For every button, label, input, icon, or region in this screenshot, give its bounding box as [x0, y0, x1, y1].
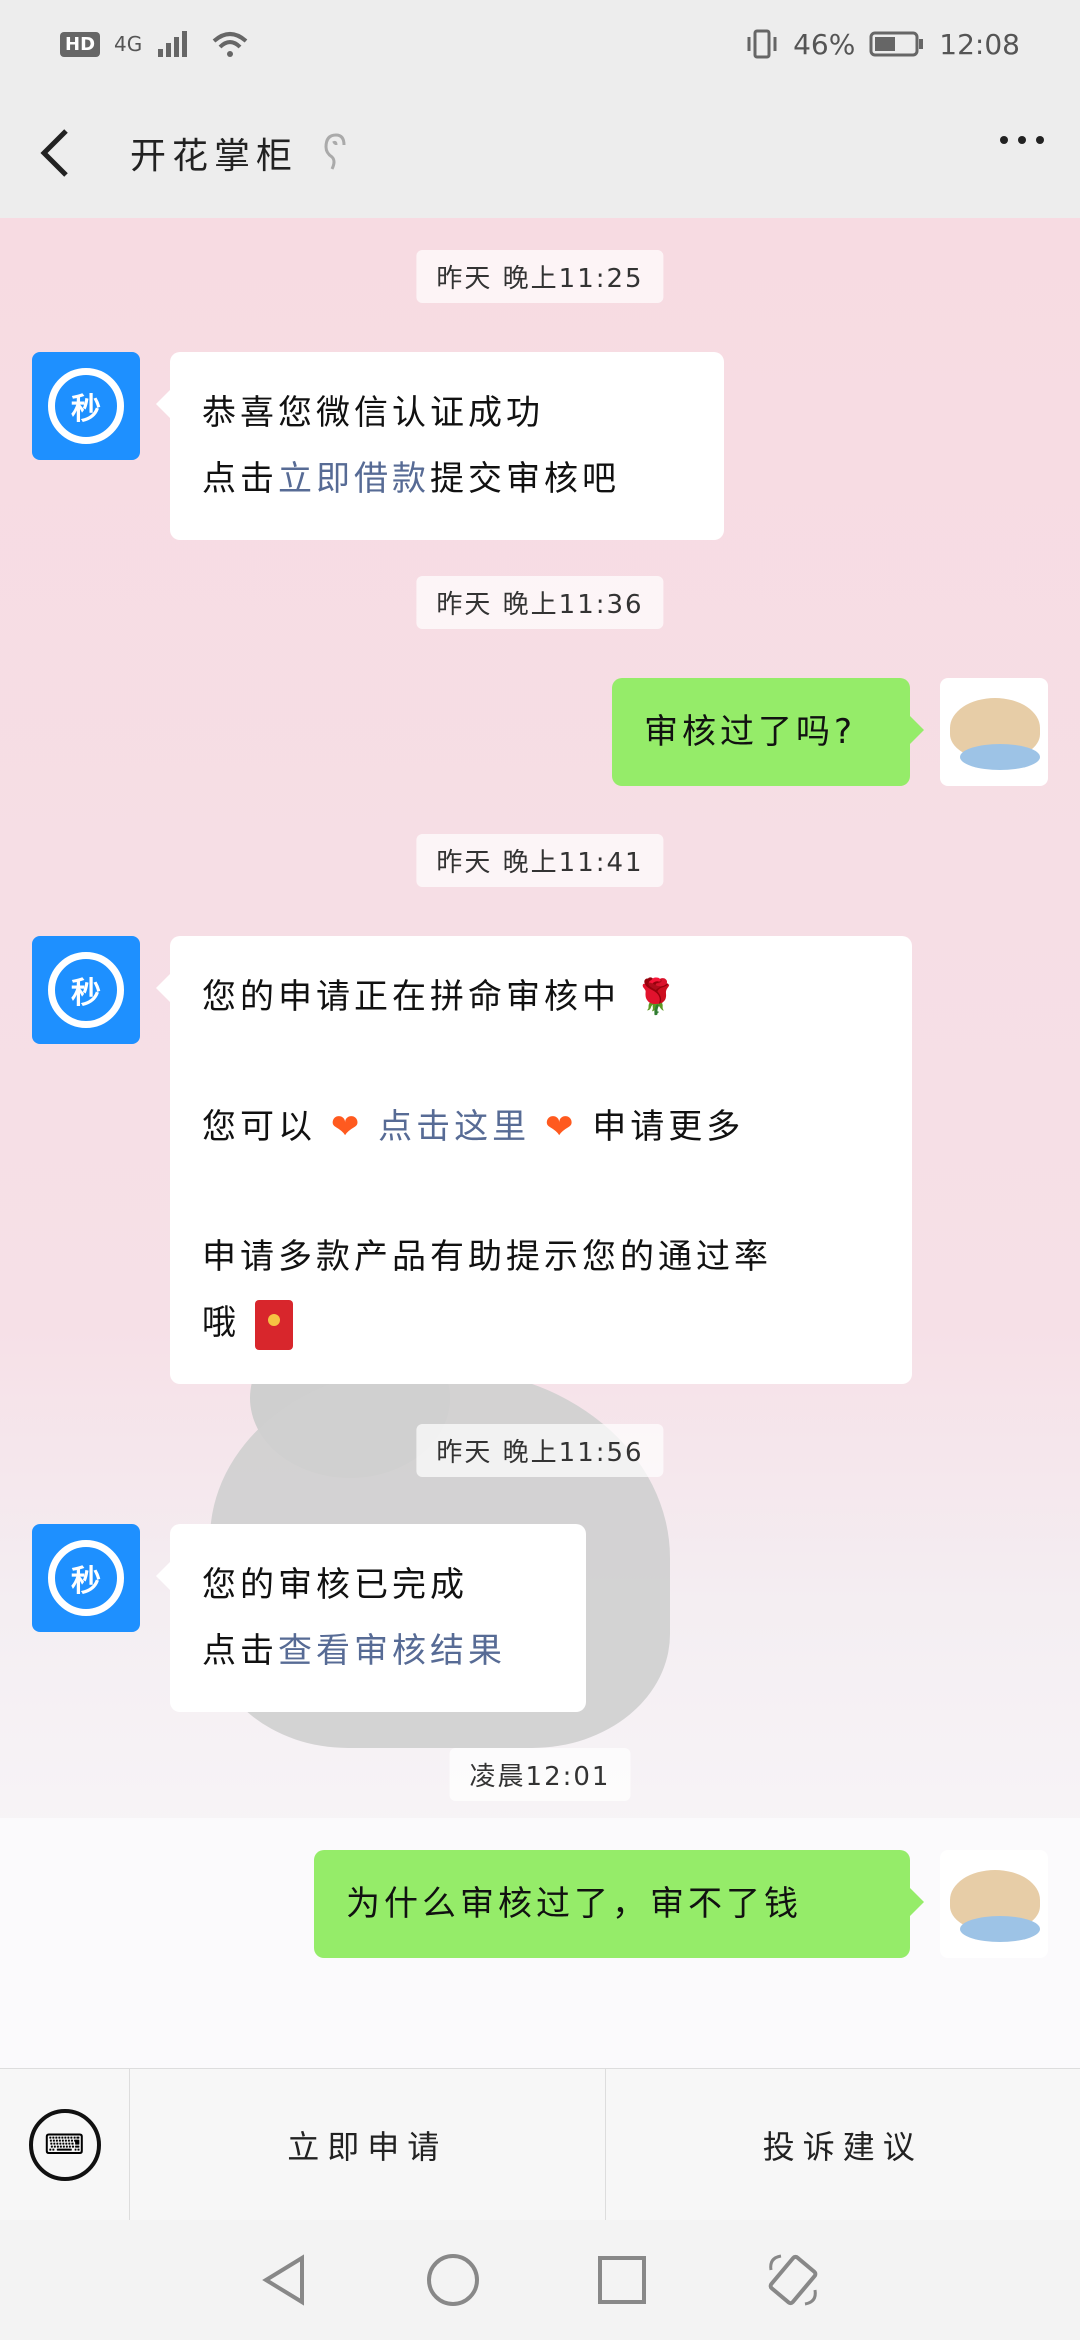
- message-text: 哦: [202, 1290, 880, 1356]
- chat-header: 开花掌柜: [0, 88, 1080, 218]
- click-here-link[interactable]: 点击这里: [378, 1107, 530, 1147]
- service-menu-bar: ⌨ 立即申请 投诉建议: [0, 2068, 1080, 2221]
- signal-icon: [158, 31, 188, 57]
- message-text: 为什么审核过了，审不了钱: [346, 1884, 802, 1924]
- message-text: 点击立即借款提交审核吧: [202, 459, 620, 499]
- message-text: 您的申请正在拼命审核中 🌹: [202, 977, 682, 1017]
- message-text: 审核过了吗?: [644, 712, 857, 752]
- back-button[interactable]: [30, 123, 80, 183]
- apply-now-button[interactable]: 立即申请: [130, 2069, 605, 2220]
- wifi-icon: [212, 32, 248, 57]
- timestamp: 昨天 晚上11:25: [416, 250, 664, 303]
- battery-icon: [869, 31, 924, 57]
- ear-icon: [324, 133, 346, 170]
- heart-emoji-icon: ❤: [330, 1107, 364, 1147]
- chevron-left-icon: [40, 129, 68, 177]
- timestamp: 昨天 晚上11:36: [416, 576, 664, 629]
- chat-title: 开花掌柜: [130, 136, 299, 177]
- hd-badge: HD: [60, 31, 101, 57]
- system-navigation: [0, 2220, 1080, 2340]
- message-text: 恭喜您微信认证成功: [202, 393, 544, 433]
- timestamp: 昨天 晚上11:56: [416, 1424, 664, 1477]
- status-left: HD 4G: [60, 29, 250, 59]
- heart-emoji-icon: ❤: [544, 1107, 578, 1147]
- vibrate-icon: [747, 29, 777, 59]
- timestamp: 昨天 晚上11:41: [416, 834, 664, 887]
- message-text: 您的审核已完成: [202, 1565, 468, 1605]
- nav-home-icon[interactable]: [425, 2252, 481, 2308]
- nav-back-icon[interactable]: [258, 2252, 310, 2308]
- nav-recents-icon[interactable]: [596, 2254, 648, 2306]
- bot-avatar[interactable]: 秒: [32, 936, 140, 1044]
- status-bar: HD 4G 46% 12:08: [0, 0, 1080, 88]
- view-result-link[interactable]: 查看审核结果: [278, 1631, 506, 1671]
- keyboard-toggle-button[interactable]: ⌨: [0, 2068, 130, 2221]
- user-avatar[interactable]: [940, 1850, 1048, 1958]
- more-dots-icon[interactable]: [1000, 136, 1044, 144]
- message-text: 申请多款产品有助提示您的通过率: [202, 1237, 772, 1277]
- loan-link[interactable]: 立即借款: [278, 459, 430, 499]
- rose-emoji-icon: 🌹: [634, 977, 682, 1017]
- battery-percent: 46%: [793, 27, 856, 61]
- user-message-bubble[interactable]: 审核过了吗?: [612, 678, 924, 786]
- network-type: 4G: [114, 32, 143, 56]
- keyboard-icon: ⌨: [28, 2108, 101, 2181]
- timestamp: 凌晨12:01: [449, 1748, 631, 1801]
- clock: 12:08: [939, 27, 1020, 61]
- message-text: 您可以 ❤ 点击这里 ❤ 申请更多: [202, 1107, 745, 1147]
- chat-area[interactable]: 昨天 晚上11:25 秒 恭喜您微信认证成功 点击立即借款提交审核吧 昨天 晚上…: [0, 218, 1080, 2068]
- message-bubble[interactable]: 恭喜您微信认证成功 点击立即借款提交审核吧: [156, 352, 724, 540]
- bot-avatar[interactable]: 秒: [32, 1524, 140, 1632]
- message-bubble[interactable]: 您的审核已完成 点击查看审核结果: [156, 1524, 586, 1712]
- bot-avatar[interactable]: 秒: [32, 352, 140, 460]
- red-envelope-icon: [254, 1299, 293, 1350]
- rotate-screen-icon[interactable]: [763, 2250, 823, 2310]
- complaint-button[interactable]: 投诉建议: [604, 2069, 1080, 2220]
- message-bubble[interactable]: 您的申请正在拼命审核中 🌹 您可以 ❤ 点击这里 ❤ 申请更多 申请多款产品有助…: [156, 936, 912, 1384]
- user-avatar[interactable]: [940, 678, 1048, 786]
- message-text: 点击查看审核结果: [202, 1631, 506, 1671]
- status-right: 46% 12:08: [745, 27, 1020, 61]
- user-message-bubble[interactable]: 为什么审核过了，审不了钱: [314, 1850, 924, 1958]
